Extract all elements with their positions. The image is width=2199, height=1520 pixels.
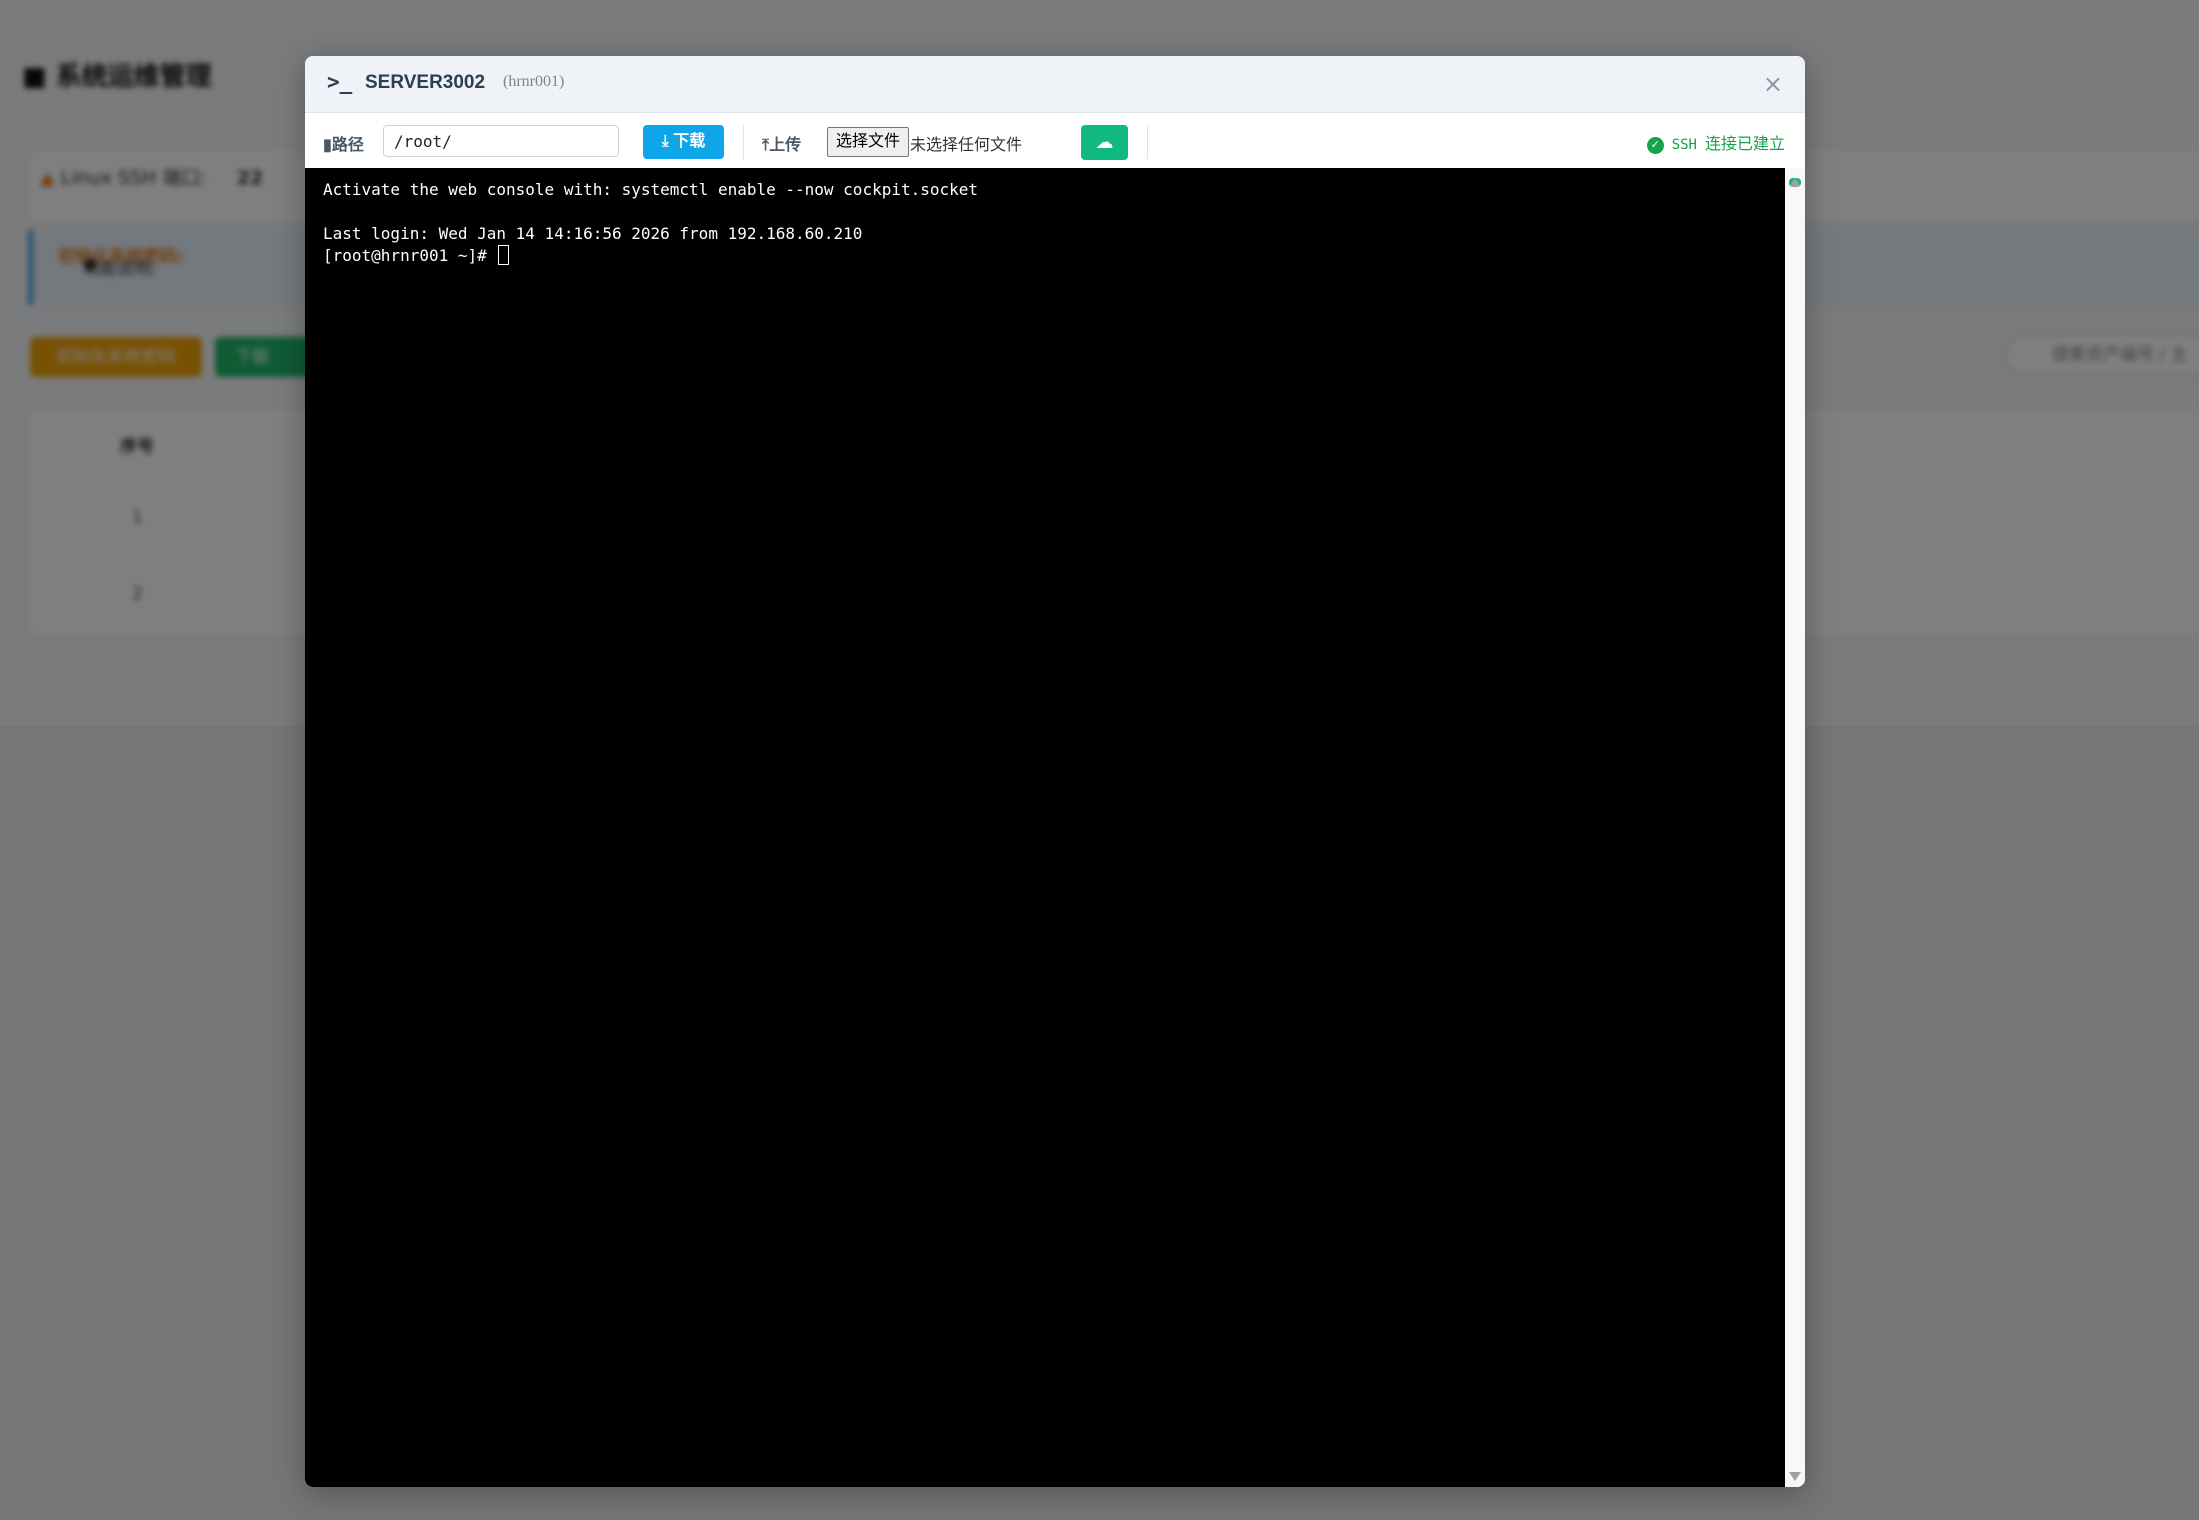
terminal-prompt: [root@hrnr001 ~]#: [323, 246, 497, 265]
connection-status: ✓ SSH 连接已建立: [1646, 130, 1785, 154]
path-label: ▮路径: [323, 137, 364, 154]
divider: [743, 125, 744, 159]
terminal-cursor: [498, 245, 510, 265]
terminal-output[interactable]: Activate the web console with: systemctl…: [305, 168, 1785, 1487]
status-protocol: SSH: [1671, 137, 1697, 153]
modal-hostname: (hrnr001): [503, 73, 565, 90]
terminal-prompt-line: [root@hrnr001 ~]#: [323, 245, 1767, 267]
terminal-line: Last login: Wed Jan 14 14:16:56 2026 fro…: [323, 224, 863, 243]
status-text: 连接已建立: [1704, 136, 1785, 153]
modal-title: SERVER3002: [365, 72, 486, 93]
terminal-icon: >_: [327, 70, 353, 94]
file-toolbar: ▮路径 ⤓ 下载 ⤒上传 选择文件 未选择任何文件 ☁ ✓ SSH 连接已建立: [305, 113, 1805, 169]
choose-file-button[interactable]: 选择文件: [827, 127, 910, 157]
modal-header: >_ SERVER3002 (hrnr001) ×: [305, 56, 1805, 113]
divider: [1147, 125, 1148, 159]
cloud-upload-icon: ☁: [1095, 132, 1114, 152]
terminal-line: ​: [323, 201, 1767, 223]
check-circle-icon: ✓: [1646, 137, 1664, 154]
download-button[interactable]: ⤓ 下载: [643, 125, 724, 159]
close-icon[interactable]: ×: [1763, 70, 1783, 98]
path-input[interactable]: [383, 125, 619, 157]
cloud-upload-button[interactable]: ☁: [1081, 125, 1128, 160]
no-file-text: 未选择任何文件: [910, 137, 1023, 154]
ssh-terminal-modal: >_ SERVER3002 (hrnr001) × ▮路径 ⤓ 下载 ⤒上传 选…: [305, 56, 1805, 1487]
scroll-up-arrow-icon[interactable]: [1789, 178, 1801, 187]
folder-icon: ▮: [323, 137, 332, 154]
scroll-down-arrow-icon[interactable]: [1789, 1472, 1801, 1481]
upload-label: ⤒上传: [762, 137, 802, 154]
terminal-line: Activate the web console with: systemctl…: [323, 180, 979, 199]
terminal-scrollbar[interactable]: [1785, 168, 1805, 1487]
download-icon: ⤓: [661, 133, 669, 150]
